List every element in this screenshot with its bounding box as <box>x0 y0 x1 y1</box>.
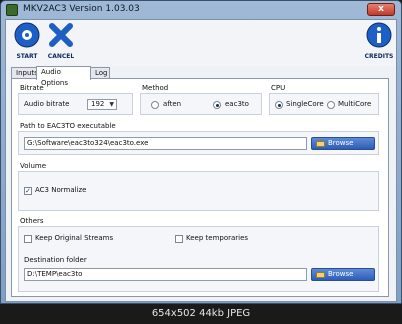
cpu-group: SingleCore MultiCore <box>269 93 379 115</box>
tab-audio-options[interactable]: Audio Options <box>36 66 91 87</box>
eac3to-group-title: Path to EAC3TO executable <box>20 122 116 130</box>
keep-temp-label: Keep temporaries <box>186 234 249 242</box>
window-title: MKV2AC3 Version 1.03.03 <box>23 4 140 14</box>
start-label: START <box>16 53 38 60</box>
others-group: Keep Original Streams Keep temporaries D… <box>18 226 379 292</box>
chevron-down-icon: ▼ <box>109 101 114 108</box>
disc-icon <box>14 22 40 48</box>
bitrate-group: Audio bitrate 192 ▼ <box>18 93 133 115</box>
eac3to-path-input[interactable]: G:\Software\eac3to324\eac3to.exe <box>24 137 307 150</box>
keep-streams-label: Keep Original Streams <box>35 234 114 242</box>
folder-icon <box>316 272 325 278</box>
eac3to-group: G:\Software\eac3to324\eac3to.exe Browse <box>18 131 379 155</box>
image-caption: 654x502 44kb JPEG <box>0 304 402 324</box>
cpu-group-title: CPU <box>271 84 286 92</box>
app-icon <box>6 4 18 16</box>
credits-button[interactable]: CREDITS <box>360 22 398 60</box>
client-area: START CANCEL CREDITS Inputs Audio Option… <box>5 19 397 302</box>
method-group-title: Method <box>142 84 169 92</box>
eac3to-browse-label: Browse <box>328 139 354 147</box>
cancel-x-icon <box>49 23 73 47</box>
ac3-normalize-checkbox[interactable]: ✓ <box>24 187 32 195</box>
title-bar[interactable]: MKV2AC3 Version 1.03.03 x <box>1 1 401 19</box>
audio-bitrate-value: 192 <box>91 100 105 108</box>
credits-label: CREDITS <box>364 53 394 60</box>
eac3to-browse-button[interactable]: Browse <box>311 137 375 150</box>
method-group: aften eac3to <box>140 93 262 115</box>
audio-bitrate-select[interactable]: 192 ▼ <box>87 99 117 110</box>
volume-group: ✓ AC3 Normalize <box>18 171 379 211</box>
cpu-singlecore-label: SingleCore <box>286 100 324 108</box>
ac3-normalize-label: AC3 Normalize <box>35 186 87 194</box>
folder-icon <box>316 141 325 147</box>
cpu-singlecore-radio[interactable] <box>275 101 283 109</box>
keep-streams-checkbox[interactable] <box>24 235 32 243</box>
destination-folder-label: Destination folder <box>24 256 87 264</box>
method-eac3to-label: eac3to <box>225 100 249 108</box>
audio-options-panel: Bitrate Audio bitrate 192 ▼ Method aften… <box>11 78 389 297</box>
method-eac3to-radio[interactable] <box>213 101 221 109</box>
destination-browse-button[interactable]: Browse <box>311 268 375 281</box>
toolbar: START CANCEL CREDITS <box>6 20 396 66</box>
app-window: MKV2AC3 Version 1.03.03 x START CANCEL C… <box>0 0 402 304</box>
volume-group-title: Volume <box>20 162 47 170</box>
cpu-multicore-radio[interactable] <box>327 101 335 109</box>
close-button[interactable]: x <box>367 3 395 16</box>
info-icon <box>366 22 392 48</box>
start-button[interactable]: START <box>8 22 46 60</box>
cancel-label: CANCEL <box>47 53 75 60</box>
others-group-title: Others <box>20 217 44 225</box>
destination-browse-label: Browse <box>328 270 354 278</box>
audio-bitrate-label: Audio bitrate <box>24 100 70 108</box>
destination-folder-input[interactable]: D:\TEMP\eac3to <box>24 268 307 281</box>
method-aften-label: aften <box>163 100 182 108</box>
method-aften-radio[interactable] <box>151 101 159 109</box>
cancel-button[interactable]: CANCEL <box>42 22 80 60</box>
cpu-multicore-label: MultiCore <box>338 100 372 108</box>
keep-temp-checkbox[interactable] <box>175 235 183 243</box>
